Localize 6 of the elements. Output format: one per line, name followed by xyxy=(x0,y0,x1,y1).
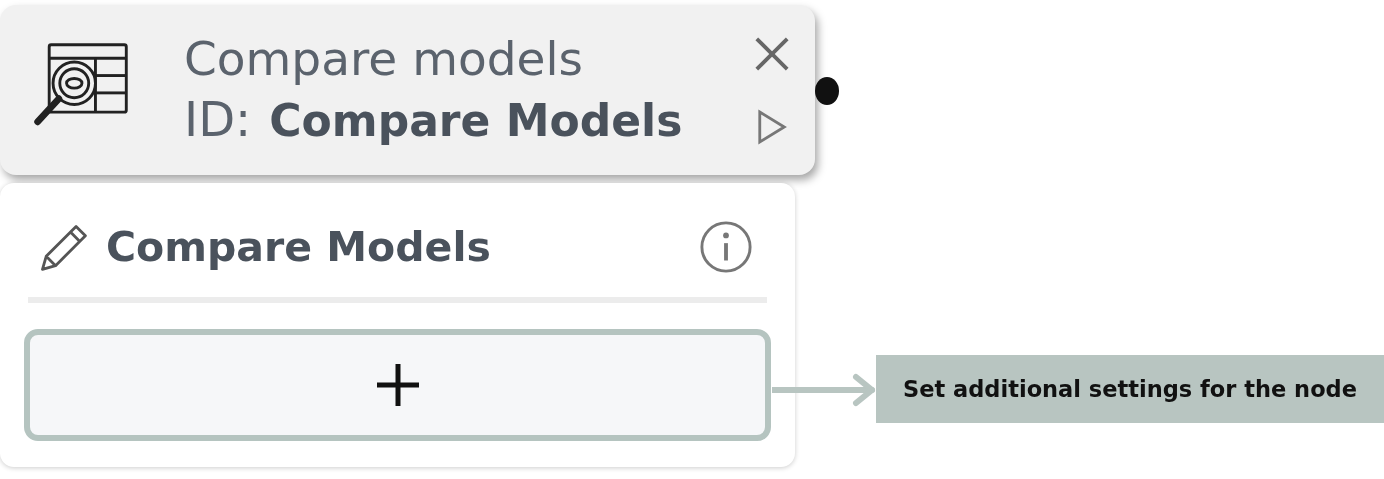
id-label: ID: xyxy=(184,92,252,148)
node-header[interactable]: Compare models ID: Compare Models xyxy=(0,5,815,175)
node-id: Compare Models xyxy=(269,96,683,147)
callout-label: Set additional settings for the node xyxy=(876,355,1384,423)
panel-title: Compare Models xyxy=(106,223,492,271)
node-title: Compare models xyxy=(184,32,584,87)
